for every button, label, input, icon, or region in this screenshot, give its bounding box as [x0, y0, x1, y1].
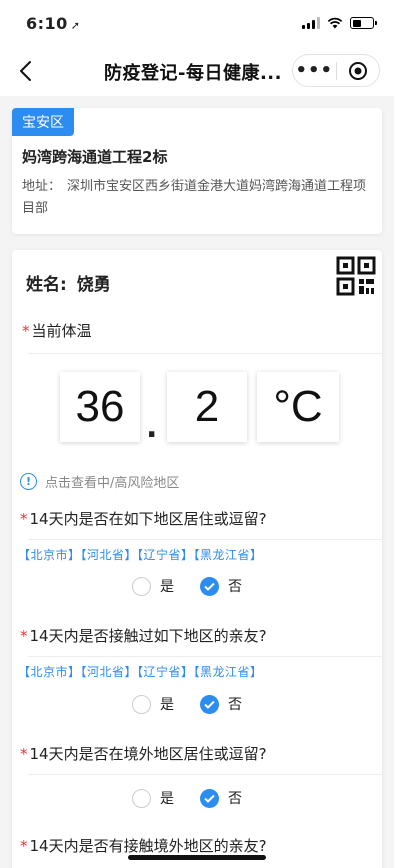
question-2-regions: 【北京市】【河北省】【辽宁省】【黑龙江省】	[18, 665, 263, 679]
qr-code-icon[interactable]	[336, 256, 376, 296]
required-mark: *	[20, 510, 28, 528]
target-icon	[348, 61, 367, 80]
radio-circle	[132, 788, 151, 808]
page-title: 防疫登记-每日健康...	[104, 63, 282, 84]
yes-label: 是	[160, 697, 174, 713]
status-time-text: 6:10	[26, 13, 68, 33]
question-2-text: 14天内是否接触过如下地区的亲友?	[29, 627, 267, 645]
divider	[28, 656, 382, 657]
back-arrow-icon[interactable]	[14, 58, 38, 84]
divider	[28, 353, 382, 354]
required-mark: *	[20, 745, 28, 763]
info-icon: !	[20, 473, 37, 490]
health-form-card: 姓名: 饶勇 * 当前体温 36 . 2 °C ! 点击查看中/高风险地区 * 14…	[12, 250, 382, 868]
question-2-label: * 14天内是否接触过如下地区的亲友?	[20, 625, 267, 646]
question-1-no-radio[interactable]: 否	[200, 576, 242, 596]
risk-area-link-text: 点击查看中/高风险地区	[45, 476, 180, 491]
name-label: 姓名:	[26, 275, 67, 295]
no-label: 否	[228, 697, 242, 713]
question-2-yes-radio[interactable]: 是	[132, 694, 174, 714]
temperature-label-text: 当前体温	[31, 322, 92, 340]
question-1-text: 14天内是否在如下地区居住或逗留?	[29, 510, 267, 528]
status-bar: 6:10 ➚	[0, 0, 394, 46]
location-arrow-icon: ➚	[70, 18, 81, 32]
temperature-decimal-input[interactable]: 2	[167, 372, 247, 442]
question-1-yes-radio[interactable]: 是	[132, 576, 174, 596]
signal-icon	[302, 17, 320, 29]
site-card: 宝安区 妈湾跨海通道工程2标 地址： 深圳市宝安区西乡街道金港大道妈湾跨海通道工程…	[12, 108, 382, 234]
temperature-integer-input[interactable]: 36	[60, 372, 140, 442]
battery-icon	[350, 17, 377, 29]
question-1-label: * 14天内是否在如下地区居住或逗留?	[20, 508, 267, 529]
name-value: 饶勇	[76, 275, 111, 295]
site-address: 地址： 深圳市宝安区西乡街道金港大道妈湾跨海通道工程项目部	[22, 176, 376, 220]
no-label: 否	[228, 791, 242, 807]
project-name: 妈湾跨海通道工程2标	[22, 148, 168, 166]
question-4-label: * 14天内是否有接触境外地区的亲友?	[20, 835, 267, 856]
required-mark: *	[22, 322, 30, 340]
question-3-options: 是 否	[132, 788, 268, 808]
question-3-text: 14天内是否在境外地区居住或逗留?	[29, 745, 267, 763]
question-3-yes-radio[interactable]: 是	[132, 788, 174, 808]
more-menu-button[interactable]: •••	[293, 54, 336, 87]
no-label: 否	[228, 579, 242, 595]
address-value: 深圳市宝安区西乡街道金港大道妈湾跨海通道工程项目部	[22, 179, 367, 216]
home-indicator	[128, 855, 266, 860]
risk-area-link[interactable]: ! 点击查看中/高风险地区	[20, 472, 179, 491]
name-row: 姓名: 饶勇	[26, 270, 111, 295]
mini-program-capsule: •••	[292, 54, 380, 87]
radio-circle	[132, 576, 151, 596]
question-3-no-radio[interactable]: 否	[200, 788, 242, 808]
status-icons	[302, 17, 377, 29]
question-1-options: 是 否	[132, 576, 268, 596]
yes-label: 是	[160, 579, 174, 595]
required-mark: *	[20, 837, 28, 855]
nav-bar: 防疫登记-每日健康... •••	[0, 46, 394, 96]
temperature-label: * 当前体温	[22, 320, 92, 341]
radio-circle	[132, 694, 151, 714]
question-1-regions: 【北京市】【河北省】【辽宁省】【黑龙江省】	[18, 548, 263, 562]
temperature-unit: °C	[257, 372, 339, 442]
close-mini-program-button[interactable]	[336, 61, 379, 81]
check-icon	[200, 788, 219, 808]
required-mark: *	[20, 627, 28, 645]
question-3-label: * 14天内是否在境外地区居住或逗留?	[20, 743, 267, 764]
check-icon	[200, 576, 219, 596]
question-2-options: 是 否	[132, 694, 268, 714]
wifi-icon	[327, 17, 343, 29]
yes-label: 是	[160, 791, 174, 807]
question-2-no-radio[interactable]: 否	[200, 694, 242, 714]
district-tag: 宝安区	[12, 108, 74, 136]
check-icon	[200, 694, 219, 714]
temperature-decimal-point: .	[146, 410, 158, 445]
address-label: 地址：	[22, 179, 62, 194]
status-time: 6:10 ➚	[26, 14, 81, 33]
question-4-text: 14天内是否有接触境外地区的亲友?	[29, 837, 267, 855]
divider	[28, 539, 382, 540]
divider	[28, 774, 382, 775]
